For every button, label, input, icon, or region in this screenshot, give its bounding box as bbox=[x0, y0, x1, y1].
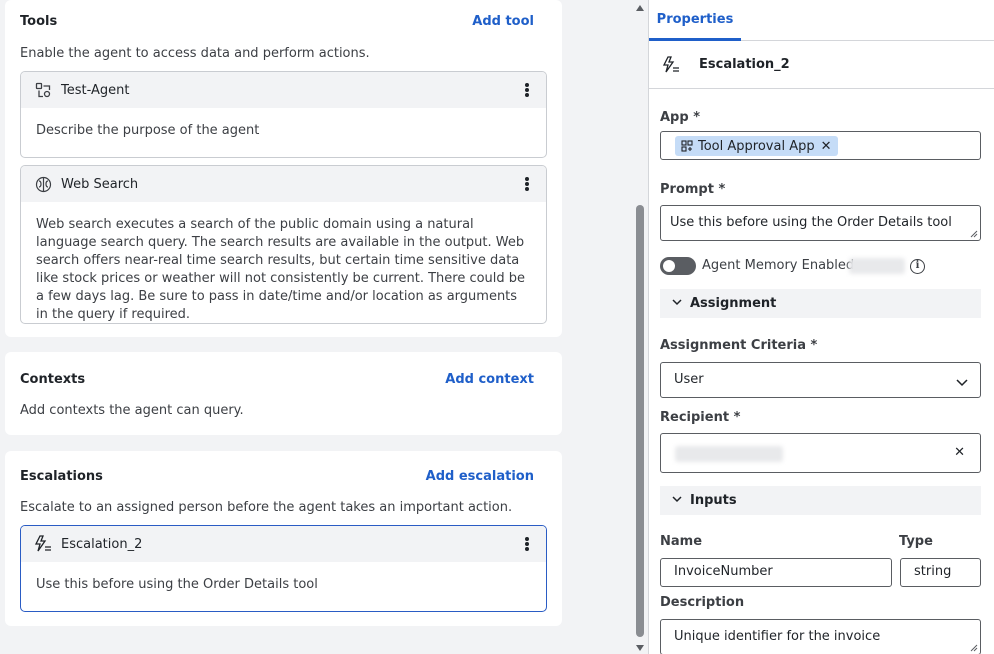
tool-description: Web search executes a search of the publ… bbox=[36, 217, 526, 322]
agent-definition-panel: Tools Add tool Enable the agent to acces… bbox=[0, 0, 632, 654]
app-field[interactable]: Tool Approval App ✕ bbox=[660, 131, 981, 160]
clear-icon[interactable]: ✕ bbox=[954, 445, 965, 460]
input-name-field[interactable]: InvoiceNumber bbox=[660, 558, 892, 587]
properties-title: Escalation_2 bbox=[699, 57, 790, 72]
tool-description: Describe the purpose of the agent bbox=[36, 123, 260, 138]
input-type-field[interactable]: string bbox=[900, 558, 981, 587]
escalation-icon bbox=[34, 535, 52, 553]
properties-header: Escalation_2 bbox=[649, 41, 994, 89]
remove-chip-icon[interactable]: ✕ bbox=[821, 139, 832, 154]
redacted-text bbox=[849, 258, 905, 274]
chevron-down-icon bbox=[672, 495, 682, 506]
recipient-field[interactable]: ✕ bbox=[660, 433, 981, 473]
input-description-field[interactable]: Unique identifier for the invoice bbox=[660, 619, 981, 654]
inputs-section-label: Inputs bbox=[690, 493, 737, 508]
assignment-section-label: Assignment bbox=[690, 296, 777, 311]
assignment-section[interactable]: Assignment bbox=[660, 289, 981, 318]
kebab-menu-icon[interactable] bbox=[520, 175, 534, 193]
input-description-label: Description bbox=[660, 595, 745, 610]
escalation-description: Use this before using the Order Details … bbox=[36, 577, 318, 592]
tool-card-test-agent[interactable]: Test-Agent Describe the purpose of the a… bbox=[20, 71, 547, 158]
input-description-value: Unique identifier for the invoice bbox=[674, 629, 881, 644]
escalations-title: Escalations bbox=[20, 469, 103, 484]
agent-icon bbox=[34, 81, 52, 99]
escalations-card: Escalations Add escalation Escalate to a… bbox=[5, 451, 562, 626]
escalation-card-header: Escalation_2 bbox=[21, 526, 546, 562]
input-name-value: InvoiceNumber bbox=[674, 564, 773, 579]
agent-memory-toggle[interactable] bbox=[660, 257, 696, 275]
tools-header: Tools Add tool bbox=[20, 14, 534, 29]
input-type-value: string bbox=[914, 564, 952, 579]
scroll-up-arrow-icon[interactable] bbox=[636, 5, 644, 11]
recipient-label: Recipient * bbox=[660, 410, 741, 425]
tool-card-header: Web Search bbox=[21, 166, 546, 202]
chevron-down-icon bbox=[672, 298, 682, 309]
app-chip-label: Tool Approval App bbox=[698, 138, 815, 154]
assignment-criteria-value: User bbox=[674, 372, 704, 387]
scrollbar-thumb[interactable] bbox=[636, 205, 644, 637]
agent-memory-label: Agent Memory Enabled bbox=[702, 258, 855, 273]
add-tool-button[interactable]: Add tool bbox=[472, 14, 534, 29]
inputs-section[interactable]: Inputs bbox=[660, 486, 981, 515]
contexts-title: Contexts bbox=[20, 372, 86, 387]
chevron-down-icon bbox=[956, 376, 968, 391]
escalation-icon bbox=[662, 55, 680, 74]
properties-tabs: Properties bbox=[649, 0, 994, 41]
redacted-recipient bbox=[675, 446, 783, 462]
assignment-criteria-label: Assignment Criteria * bbox=[660, 338, 818, 353]
contexts-card: Contexts Add context Add contexts the ag… bbox=[5, 352, 562, 435]
kebab-menu-icon[interactable] bbox=[520, 81, 534, 99]
properties-panel: Properties Escalation_2 App * Tool Appro… bbox=[648, 0, 994, 654]
kebab-menu-icon[interactable] bbox=[520, 535, 534, 553]
escalation-name: Escalation_2 bbox=[61, 536, 143, 552]
resize-handle-icon[interactable] bbox=[970, 644, 978, 652]
app-label: App * bbox=[660, 110, 700, 125]
brain-icon bbox=[34, 175, 52, 193]
left-panel-scrollbar[interactable] bbox=[632, 0, 648, 654]
app-icon bbox=[681, 140, 693, 152]
escalations-description: Escalate to an assigned person before th… bbox=[20, 500, 513, 515]
info-icon[interactable]: i bbox=[910, 259, 925, 274]
prompt-label: Prompt * bbox=[660, 182, 726, 197]
input-name-column-label: Name bbox=[660, 534, 703, 549]
tools-title: Tools bbox=[20, 14, 58, 29]
app-chip: Tool Approval App ✕ bbox=[675, 136, 838, 156]
resize-handle-icon[interactable] bbox=[970, 230, 978, 238]
tools-description: Enable the agent to access data and perf… bbox=[20, 46, 370, 61]
tab-properties[interactable]: Properties bbox=[649, 0, 741, 41]
assignment-criteria-select[interactable]: User bbox=[660, 362, 981, 398]
tool-card-header: Test-Agent bbox=[21, 72, 546, 108]
scroll-down-arrow-icon[interactable] bbox=[636, 645, 644, 651]
escalations-header: Escalations Add escalation bbox=[20, 469, 534, 484]
prompt-field[interactable]: Use this before using the Order Details … bbox=[660, 205, 981, 241]
tool-name: Web Search bbox=[61, 176, 139, 192]
add-escalation-button[interactable]: Add escalation bbox=[426, 469, 534, 484]
tool-card-web-search[interactable]: Web Search Web search executes a search … bbox=[20, 165, 547, 324]
add-context-button[interactable]: Add context bbox=[445, 372, 534, 387]
input-type-column-label: Type bbox=[899, 534, 933, 549]
contexts-description: Add contexts the agent can query. bbox=[20, 403, 244, 418]
prompt-value: Use this before using the Order Details … bbox=[670, 215, 952, 230]
contexts-header: Contexts Add context bbox=[20, 372, 534, 387]
tool-name: Test-Agent bbox=[61, 82, 130, 98]
escalation-card-escalation-2[interactable]: Escalation_2 Use this before using the O… bbox=[20, 525, 547, 612]
tools-card: Tools Add tool Enable the agent to acces… bbox=[5, 0, 562, 337]
